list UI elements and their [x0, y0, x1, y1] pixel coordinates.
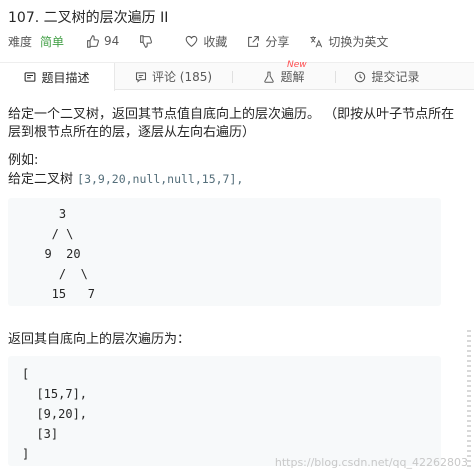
problem-title: 107. 二叉树的层次遍历 II [8, 10, 169, 26]
result-label: 返回其自底向上的层次遍历为： [8, 332, 191, 347]
description-icon [25, 72, 36, 82]
tab-comments-label: 评论 (185) [151, 70, 213, 84]
result-line: [15,7], [22, 387, 88, 401]
tab-description-label: 题目描述 [41, 70, 90, 85]
thumbs-down-icon [140, 34, 153, 48]
comment-icon [135, 71, 146, 83]
dislike-button[interactable] [139, 34, 157, 48]
example-label: 例如: [8, 153, 39, 168]
difficulty-label: 难度 [8, 34, 33, 49]
clock-icon [355, 71, 366, 82]
share-button[interactable]: 分享 [247, 33, 289, 50]
result-code-block: [ [15,7], [9,20], [3] ] [8, 356, 441, 466]
result-line: [3] [22, 427, 59, 441]
favorite-label: 收藏 [203, 34, 228, 49]
tree-line: 15 7 [30, 287, 96, 301]
tree-line: 3 [30, 207, 67, 221]
flask-icon [264, 71, 275, 83]
description-text: 给定一个二叉树，返回其节点值自底向上的层次遍历。 （即按从叶子节点所在层到根节点… [8, 107, 455, 140]
share-label: 分享 [265, 34, 290, 49]
tab-description[interactable]: 题目描述 [0, 63, 115, 91]
tree-line: / \ [30, 267, 88, 281]
translate-icon [310, 35, 323, 47]
tab-solutions-label: 题解 [280, 70, 305, 84]
problem-meta-bar: 难度 简单 94 收藏 分享 切换为英文 [8, 33, 408, 49]
problem-tabs: 题目描述 评论 (185) 题解 New 提交记录 [0, 60, 474, 91]
tab-comments[interactable]: 评论 (185) [115, 63, 232, 90]
thumbs-up-icon [87, 34, 99, 48]
tab-solutions[interactable]: 题解 New [233, 60, 335, 90]
favorite-button[interactable]: 收藏 [185, 33, 227, 50]
given-tree-line: 给定二叉树 [3,9,20,null,null,15,7], [8, 170, 460, 189]
like-count: 94 [104, 34, 120, 48]
tree-code-block: 3 / \ 9 20 / \ 15 7 [8, 198, 441, 306]
scrollbar[interactable] [467, 330, 471, 470]
difficulty-badge: 简单 [40, 34, 65, 49]
problem-description: 给定一个二叉树，返回其节点值自底向上的层次遍历。 （即按从叶子节点所在层到根节点… [8, 106, 460, 189]
tab-submissions[interactable]: 提交记录 [336, 63, 438, 90]
heart-icon [186, 35, 198, 47]
tree-line: 9 20 [30, 247, 81, 261]
watermark: https://blog.csdn.net/qq_42262803 [274, 456, 468, 469]
tab-submissions-label: 提交记录 [371, 70, 420, 84]
given-tree-value: [3,9,20,null,null,15,7], [77, 172, 244, 186]
tree-line: / \ [30, 227, 74, 241]
result-line: [9,20], [22, 407, 88, 421]
switch-language-button[interactable]: 切换为英文 [309, 33, 388, 50]
given-prefix: 给定二叉树 [8, 172, 74, 187]
like-button[interactable]: 94 [86, 34, 119, 48]
share-icon [248, 35, 260, 47]
switch-language-label: 切换为英文 [328, 34, 389, 49]
new-badge: New [287, 60, 307, 70]
result-line: [ [22, 367, 30, 381]
